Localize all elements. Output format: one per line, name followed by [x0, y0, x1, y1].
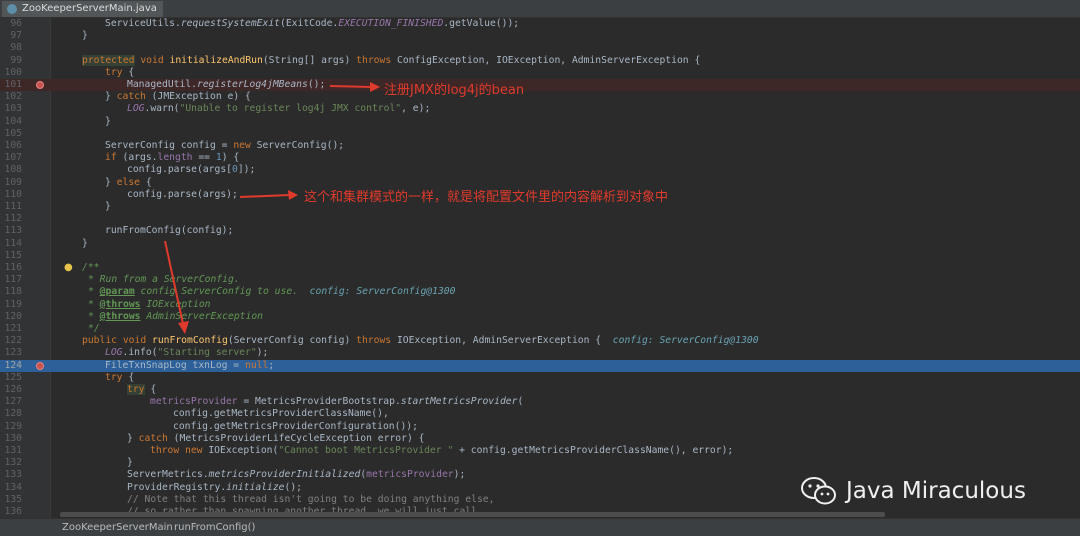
code-line: 97}	[10, 30, 88, 42]
annotation-jmx-log4j: 注册JMX的log4j的bean	[384, 83, 525, 98]
code-line: 99 protected void initializeAndRun(String…	[10, 54, 701, 66]
code-line: 107 if (args.length == 1) {	[4, 152, 240, 164]
code-line: 119 * @throws IOException	[4, 298, 211, 310]
code-line: 130} catch (MetricsProviderLifeCycleExce…	[4, 432, 425, 444]
watermark: Java Miraculous	[800, 476, 1026, 506]
editor-tab-bar: ZooKeeperServerMain.java	[0, 0, 1080, 18]
code-line: 121 */	[4, 323, 100, 334]
code-line: 125 try {	[4, 371, 135, 383]
watermark-text: Java Miraculous	[846, 478, 1026, 504]
horizontal-scrollbar[interactable]	[60, 512, 885, 517]
code-line: 103 LOG.warn("Unable to register log4j JM…	[4, 103, 431, 115]
file-tab[interactable]: ZooKeeperServerMain.java	[2, 1, 163, 17]
annotation-parse-config: 这个和集群模式的一样，就是将配置文件里的内容解析到对象中	[304, 190, 669, 205]
code-line: 96 ServiceUtils.requestSystemExit(ExitCod…	[10, 18, 520, 29]
breadcrumb: ZooKeeperServerMain › runFromConfig()	[0, 518, 1080, 536]
breakpoint-icon[interactable]	[36, 81, 44, 89]
code-line: 115	[4, 249, 23, 261]
code-line: 112	[4, 213, 23, 225]
java-class-icon	[7, 4, 17, 14]
file-tab-label: ZooKeeperServerMain.java	[22, 3, 157, 14]
code-editor[interactable]: 96 ServiceUtils.requestSystemExit(ExitCod…	[0, 18, 1080, 518]
code-line: 104}	[4, 115, 111, 127]
code-line-breakpoint: 101 ManagedUtil.registerLog4jMBeans();	[0, 79, 1080, 92]
breadcrumb-method[interactable]: runFromConfig()	[174, 519, 255, 536]
code-line: 100 try {	[4, 66, 135, 78]
code-line: 122 public void runFromConfig(ServerConfi…	[4, 335, 759, 347]
breadcrumb-separator-icon: ›	[163, 522, 167, 533]
code-line: 108 config.parse(args[0]);	[4, 164, 256, 176]
code-line: 131 throw new IOException("Cannot boot Me…	[4, 445, 734, 456]
code-line: 120 * @throws AdminServerException	[4, 310, 263, 322]
code-line: 129 config.getMetricsProviderConfiguratio…	[4, 420, 418, 432]
code-line: 114}	[4, 237, 88, 249]
code-line: 123 LOG.info("Starting server");	[4, 347, 269, 359]
code-line: 126 try {	[4, 384, 157, 395]
breadcrumb-class[interactable]: ZooKeeperServerMain	[62, 519, 173, 536]
wechat-icon	[801, 477, 836, 505]
code-line: 128 config.getMetricsProviderClassName(),	[4, 408, 389, 420]
code-line: 132}	[4, 457, 133, 469]
code-line: 118 * @param config ServerConfig to use. …	[4, 286, 456, 298]
code-line: 102} catch (JMException e) {	[4, 91, 251, 103]
code-line-current: 124 FileTxnSnapLog txnLog = null;	[0, 359, 1080, 372]
code-line: 106 ServerConfig config = new ServerConfi…	[4, 140, 345, 151]
breakpoint-icon[interactable]	[36, 361, 44, 370]
code-line: 98	[10, 42, 22, 54]
code-line: 127 metricsProvider = MetricsProviderBoot…	[4, 396, 524, 408]
code-line: 113 runFromConfig(config);	[4, 225, 234, 237]
code-line: 117 * Run from a ServerConfig.	[4, 274, 240, 286]
code-line: 116 ●/**	[4, 262, 100, 273]
code-line: 105	[4, 127, 23, 139]
